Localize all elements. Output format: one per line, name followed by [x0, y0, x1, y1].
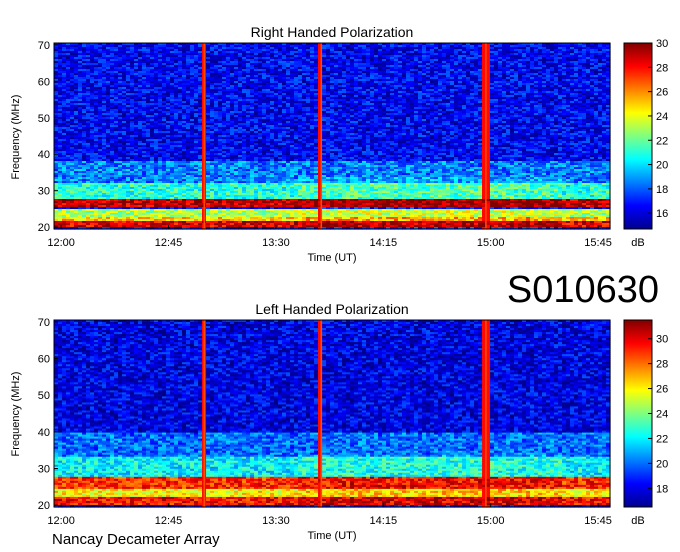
chart-title: Right Handed Polarization [251, 24, 414, 40]
panel-right-handed: Right Handed Polarization 203040506070 1… [10, 24, 668, 264]
dynamic-spectrum-figure: Right Handed Polarization 203040506070 1… [0, 0, 680, 552]
spectrogram-right [54, 43, 611, 230]
